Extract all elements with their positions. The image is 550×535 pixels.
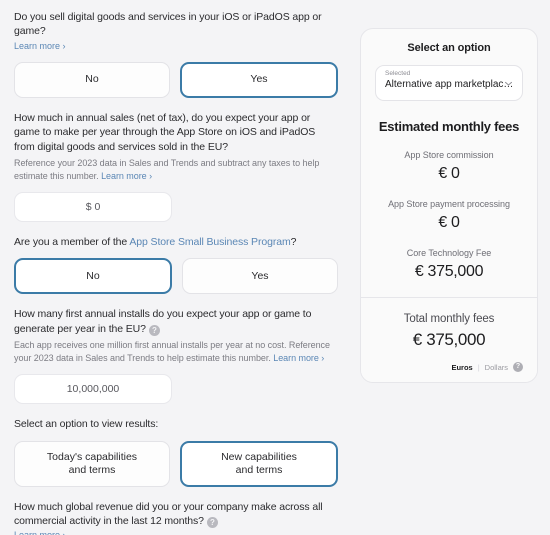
- currency-toggle: Euros | Dollars ?: [375, 362, 523, 372]
- input-annual-sales[interactable]: $ 0: [14, 192, 172, 223]
- question-block-small-business-program: Are you a member of the App Store Small …: [14, 235, 338, 295]
- currency-option-dollars[interactable]: Dollars: [485, 363, 508, 372]
- question-mark-icon[interactable]: ?: [148, 324, 160, 336]
- learn-more-link-global-revenue[interactable]: Learn more ›: [14, 529, 338, 535]
- learn-more-link-installs[interactable]: Learn more ›: [273, 353, 324, 363]
- input-first-annual-installs[interactable]: 10,000,000: [14, 374, 172, 405]
- question-text-digital-goods: Do you sell digital goods and services i…: [14, 11, 322, 38]
- choice-button-sbp-yes[interactable]: Yes: [182, 258, 338, 295]
- choice-button-digital-goods-no[interactable]: No: [14, 61, 170, 98]
- question-block-first-annual-installs: How many first annual installs do you ex…: [14, 307, 338, 405]
- fee-label: App Store commission: [404, 150, 494, 160]
- question-block-digital-goods: Do you sell digital goods and services i…: [14, 10, 338, 98]
- fee-row-payment-processing: App Store payment processing € 0: [375, 199, 523, 232]
- choice-row-digital-goods: No Yes: [14, 61, 338, 98]
- hint-text-first-annual-installs: Each app receives one million first annu…: [14, 339, 338, 365]
- fee-amount: € 0: [438, 165, 460, 182]
- total-section: Total monthly fees € 375,000 Euros | Dol…: [361, 298, 537, 382]
- fee-label: App Store payment processing: [388, 199, 510, 209]
- choice-button-todays-capabilities[interactable]: Today's capabilities and terms: [14, 440, 170, 487]
- choice-button-digital-goods-yes[interactable]: Yes: [180, 61, 338, 98]
- label-view-results: Select an option to view results:: [14, 418, 159, 431]
- fees-card-body: Select an option Selected Alternative ap…: [361, 29, 537, 297]
- fee-amount: € 0: [438, 214, 460, 231]
- fee-label: Core Technology Fee: [406, 248, 492, 258]
- panel-title: Select an option: [407, 42, 491, 54]
- learn-more-link-annual-sales[interactable]: Learn more ›: [101, 171, 152, 181]
- question-text-global-revenue: How much global revenue did you or your …: [14, 500, 338, 529]
- question-body-global-revenue: How much global revenue did you or your …: [14, 500, 323, 528]
- currency-option-euros[interactable]: Euros: [451, 363, 472, 372]
- fee-row-app-store-commission: App Store commission € 0: [375, 150, 523, 183]
- total-monthly-fees-label: Total monthly fees: [403, 313, 495, 325]
- question-body-installs: How many first annual installs do you ex…: [14, 308, 312, 335]
- fee-row-core-technology-fee: Core Technology Fee € 375,000: [375, 248, 523, 281]
- questions-column: Do you sell digital goods and services i…: [0, 0, 352, 535]
- estimated-monthly-fees-heading: Estimated monthly fees: [378, 119, 520, 134]
- question-block-view-results: Select an option to view results: Today'…: [14, 417, 338, 487]
- small-business-program-link[interactable]: App Store Small Business Program: [129, 236, 290, 248]
- choice-row-small-business-program: No Yes: [14, 258, 338, 295]
- question-mark-icon[interactable]: ?: [513, 362, 523, 372]
- chevron-down-icon: [504, 79, 513, 88]
- fee-amount: € 375,000: [414, 263, 484, 280]
- option-select-value: Alternative app marketplac…: [385, 79, 513, 90]
- choice-row-view-results: Today's capabilities and terms New capab…: [14, 440, 338, 487]
- hint-body-annual-sales: Reference your 2023 data in Sales and Tr…: [14, 158, 320, 182]
- currency-separator: |: [477, 362, 480, 372]
- question-block-annual-sales: How much in annual sales (net of tax), d…: [14, 111, 338, 223]
- question-block-global-revenue: How much global revenue did you or your …: [14, 500, 338, 535]
- hint-text-annual-sales: Reference your 2023 data in Sales and Tr…: [14, 157, 338, 183]
- option-select-label: Selected: [385, 70, 411, 77]
- choice-button-new-capabilities[interactable]: New capabilities and terms: [180, 440, 338, 487]
- results-column: Select an option Selected Alternative ap…: [352, 0, 550, 535]
- question-suffix-sbp: ?: [290, 236, 297, 249]
- fee-calculator-page: Do you sell digital goods and services i…: [0, 0, 550, 535]
- question-prefix-sbp: Are you a member of the: [14, 236, 130, 249]
- question-text-annual-sales: How much in annual sales (net of tax), d…: [14, 111, 316, 153]
- total-monthly-fees-amount: € 375,000: [412, 330, 486, 349]
- question-text-small-business-program: Are you a member of the App Store Small …: [14, 235, 338, 249]
- question-text-first-annual-installs: How many first annual installs do you ex…: [14, 307, 338, 336]
- fees-card: Select an option Selected Alternative ap…: [360, 28, 538, 383]
- option-select[interactable]: Selected Alternative app marketplac…: [375, 65, 523, 101]
- learn-more-link-digital-goods[interactable]: Learn more ›: [14, 40, 338, 53]
- question-mark-icon[interactable]: ?: [206, 517, 218, 529]
- choice-button-sbp-no[interactable]: No: [14, 258, 172, 295]
